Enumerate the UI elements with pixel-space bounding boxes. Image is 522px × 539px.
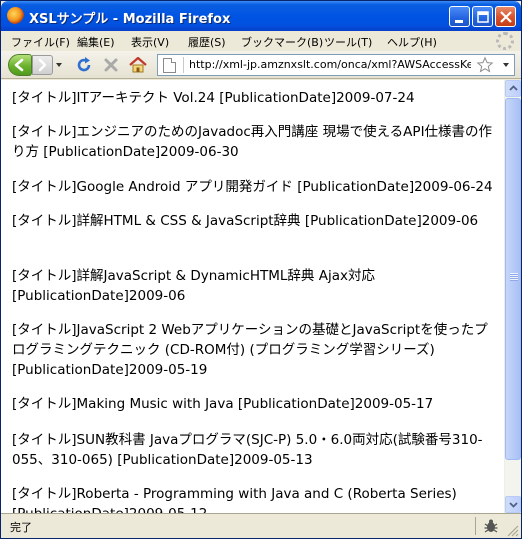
bug-icon[interactable] (482, 517, 500, 535)
maximize-button[interactable] (472, 6, 493, 27)
scrollbar-thumb[interactable] (505, 98, 521, 460)
list-item: [タイトル]Making Music with Java [Publicatio… (12, 396, 434, 412)
bookmark-star-icon[interactable] (476, 56, 494, 74)
list-item: [タイトル]Roberta - Programming with Java an… (12, 486, 457, 513)
status-separator (475, 517, 476, 535)
browser-window: XSLサンプル - Mozilla Firefox ファイル(F) 編集(E) … (0, 0, 522, 539)
close-icon (500, 11, 512, 23)
url-separator (183, 57, 184, 73)
list-item: [タイトル]エンジニアのためのJavadoc再入門講座 現場で使えるAPI仕様書… (12, 124, 493, 160)
scroll-down-button[interactable] (505, 496, 521, 513)
reload-icon[interactable] (74, 55, 94, 75)
back-button[interactable] (8, 54, 32, 76)
url-text[interactable]: http://xml-jp.amznxslt.com/onca/xml?AWSA… (189, 58, 471, 71)
menu-history[interactable]: 履歴(S) (188, 34, 226, 50)
url-dropdown-icon[interactable] (500, 57, 512, 73)
history-dropdown-icon[interactable] (55, 61, 63, 69)
url-bar[interactable]: http://xml-jp.amznxslt.com/onca/xml?AWSA… (157, 54, 515, 76)
forward-arrow-icon (38, 58, 47, 72)
menu-bookmarks[interactable]: ブックマーク(B) (241, 34, 323, 50)
navigation-toolbar: http://xml-jp.amznxslt.com/onca/xml?AWSA… (1, 51, 521, 79)
stop-icon[interactable] (101, 55, 121, 75)
status-bar: 完了 (1, 513, 521, 538)
maximize-icon (477, 11, 489, 23)
menu-bar: ファイル(F) 編集(E) 表示(V) 履歴(S) ブックマーク(B) ツール(… (1, 31, 521, 51)
menu-tools[interactable]: ツール(T) (324, 34, 372, 50)
title-bar[interactable]: XSLサンプル - Mozilla Firefox (1, 1, 521, 31)
home-icon[interactable] (128, 55, 148, 75)
menu-help[interactable]: ヘルプ(H) (387, 34, 437, 50)
list-item: [タイトル]SUN教科書 Javaプログラマ(SJC-P) 5.0・6.0両対応… (12, 432, 483, 468)
list-item: [タイトル]Google Android アプリ開発ガイド [Publicati… (12, 179, 493, 195)
list-item: [タイトル]詳解HTML & CSS & JavaScript辞典 [Publi… (12, 213, 479, 229)
scroll-up-arrow-icon (509, 85, 518, 91)
firefox-logo-icon (7, 7, 24, 24)
menu-edit[interactable]: 編集(E) (77, 34, 115, 50)
window-title: XSLサンプル - Mozilla Firefox (29, 12, 231, 27)
menu-view[interactable]: 表示(V) (131, 34, 169, 50)
vertical-scrollbar[interactable] (504, 80, 521, 513)
scroll-down-arrow-icon (509, 502, 518, 508)
scroll-up-button[interactable] (505, 80, 521, 97)
page-favicon-icon (163, 58, 176, 73)
scrollbar-grip-icon (510, 273, 518, 281)
list-item: [タイトル]詳解JavaScript & DynamicHTML辞典 Ajax対… (12, 268, 375, 304)
resize-grip-icon[interactable] (506, 524, 519, 537)
back-arrow-icon (14, 58, 24, 72)
list-item: [タイトル]JavaScript 2 Webアプリケーションの基礎とJavaSc… (12, 322, 488, 378)
throbber-icon (496, 32, 514, 50)
forward-button[interactable] (32, 55, 53, 75)
status-text: 完了 (10, 521, 32, 534)
page-content: [タイトル]ITアーキテクト Vol.24 [PublicationDate]2… (1, 80, 504, 513)
close-button[interactable] (495, 6, 516, 27)
menu-file[interactable]: ファイル(F) (11, 34, 70, 50)
minimize-button[interactable] (449, 6, 470, 27)
minimize-icon (455, 20, 463, 23)
list-item: [タイトル]ITアーキテクト Vol.24 [PublicationDate]2… (12, 90, 415, 106)
